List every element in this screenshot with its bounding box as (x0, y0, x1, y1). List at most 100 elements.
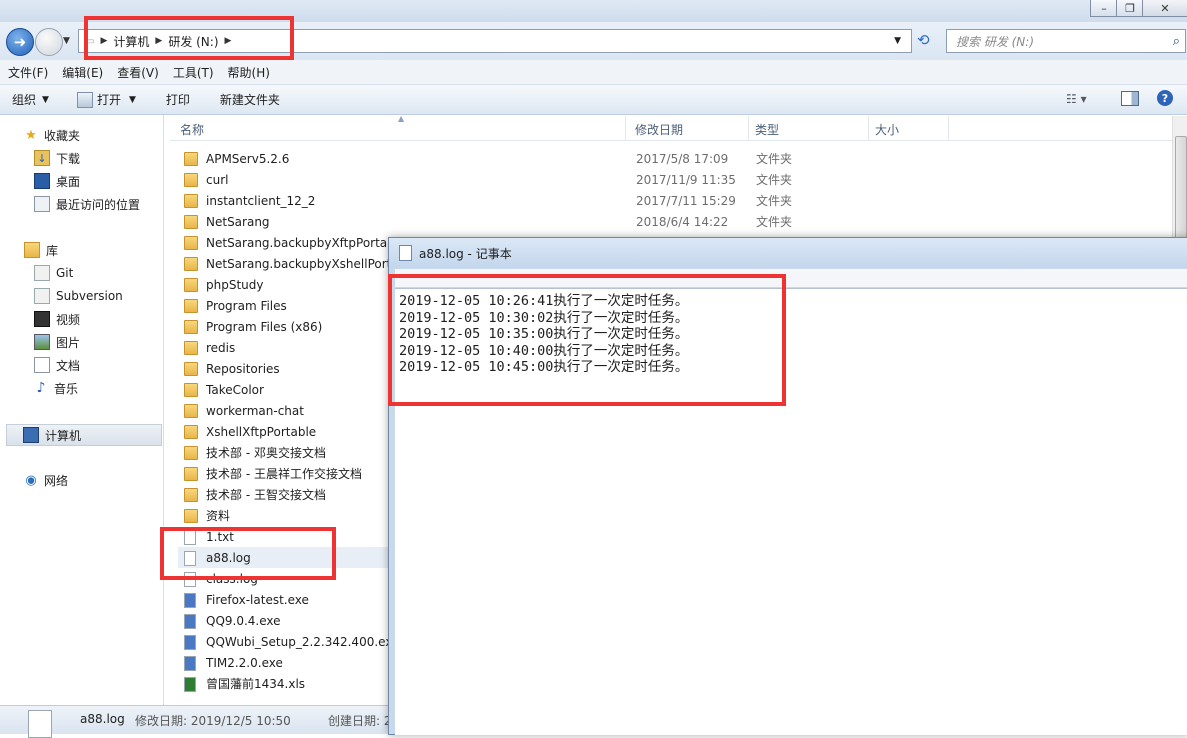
menu-file[interactable]: 文件(F) (0, 64, 54, 81)
folder-icon (184, 424, 198, 439)
preview-pane-icon[interactable] (1121, 91, 1139, 106)
address-dropdown-icon[interactable]: ▼ (894, 36, 901, 46)
maximize-button[interactable]: ❐ (1116, 0, 1144, 17)
nav-favorites[interactable]: ★ 收藏夹 (24, 125, 80, 145)
nav-git[interactable]: Git (34, 263, 73, 283)
folder-icon (184, 445, 198, 460)
new-folder-button[interactable]: 新建文件夹 (200, 91, 290, 108)
open-icon (76, 91, 93, 108)
print-button[interactable]: 打印 (146, 91, 200, 108)
annotation-box-file (160, 527, 336, 580)
folder-icon (184, 235, 198, 250)
status-modified: 修改日期: 2019/12/5 10:50 (135, 714, 291, 728)
file-name: APMServ5.2.6 (206, 151, 290, 166)
back-button[interactable]: ➜ (6, 28, 34, 56)
exe-file-icon (184, 634, 198, 650)
nav-network[interactable]: ◉ 网络 (24, 470, 68, 490)
nav-videos[interactable]: 视频 (34, 309, 80, 329)
file-type: 文件夹 (756, 215, 793, 229)
nav-label: 收藏夹 (44, 128, 81, 143)
file-date: 2018/6/4 14:22 (636, 214, 729, 229)
nav-libraries[interactable]: 库 (24, 240, 58, 260)
column-type[interactable]: 类型 (755, 121, 779, 138)
organize-button[interactable]: 组织 ▼ (0, 91, 59, 108)
scrollbar-thumb[interactable] (1175, 136, 1187, 248)
recent-places-icon (34, 196, 50, 212)
menu-edit[interactable]: 编辑(E) (54, 64, 109, 81)
nav-label: 图片 (56, 335, 81, 350)
file-row[interactable]: curl 2017/11/9 11:35 文件夹 (178, 169, 1173, 190)
organize-label: 组织 (12, 93, 37, 107)
dropdown-icon: ▼ (42, 94, 49, 105)
recent-pages-dropdown[interactable]: ▼ (63, 36, 70, 46)
folder-icon (184, 361, 198, 376)
nav-label: Subversion (56, 289, 123, 303)
folder-icon (184, 508, 198, 523)
forward-button[interactable] (35, 28, 63, 56)
nav-recent[interactable]: 最近访问的位置 (34, 194, 140, 214)
navigation-pane: ★ 收藏夹 ↓ 下载 桌面 最近访问的位置 库 Git Subversion 视频 … (0, 115, 164, 705)
nav-computer[interactable]: 计算机 (6, 424, 162, 446)
restore-icon: ❐ (1125, 1, 1135, 15)
nav-downloads[interactable]: ↓ 下载 (34, 148, 80, 168)
folder-icon (184, 277, 198, 292)
nav-label: 库 (46, 243, 59, 258)
search-input[interactable]: 搜索 研发 (N:) ⌕ (946, 29, 1186, 53)
notepad-titlebar: a88.log - 记事本 (389, 238, 1187, 268)
folder-icon (184, 214, 198, 229)
status-created: 创建日期: 2 (328, 714, 392, 728)
command-bar: 组织 ▼ 打开 ▼ 打印 新建文件夹 ☷ ▾ ? (0, 85, 1187, 115)
nav-documents[interactable]: 文档 (34, 355, 80, 375)
menu-tools[interactable]: 工具(T) (165, 64, 220, 81)
close-button[interactable]: ✕ (1142, 0, 1187, 17)
nav-pictures[interactable]: 图片 (34, 332, 80, 352)
nav-label: 计算机 (45, 428, 82, 443)
menu-view[interactable]: 查看(V) (109, 64, 165, 81)
sort-arrow-icon: ▲ (398, 114, 405, 123)
nav-music[interactable]: ♪ 音乐 (34, 378, 78, 398)
notepad-icon (399, 245, 412, 261)
network-icon: ◉ (25, 472, 37, 488)
star-icon: ★ (25, 127, 37, 143)
folder-icon (184, 487, 198, 502)
music-icon: ♪ (36, 380, 46, 396)
library-icon (24, 242, 40, 258)
menu-help[interactable]: 帮助(H) (220, 64, 276, 81)
exe-file-icon (184, 592, 198, 608)
folder-icon (184, 298, 198, 313)
annotation-box-address (84, 16, 294, 60)
column-date[interactable]: 修改日期 (635, 121, 683, 138)
file-row[interactable]: APMServ5.2.6 2017/5/8 17:09 文件夹 (178, 148, 1173, 169)
desktop-icon (34, 173, 50, 189)
open-button[interactable]: 打开 ▼ (59, 91, 146, 108)
nav-label: 桌面 (56, 174, 81, 189)
refresh-icon[interactable]: ⟲ (917, 31, 930, 49)
minimize-icon: – (1101, 1, 1107, 15)
file-type: 文件夹 (756, 173, 793, 187)
help-icon[interactable]: ? (1157, 90, 1173, 106)
search-icon[interactable]: ⌕ (1173, 34, 1180, 49)
folder-icon (184, 256, 198, 271)
column-divider (868, 116, 869, 140)
column-divider (948, 116, 949, 140)
download-icon: ↓ (34, 150, 50, 166)
excel-file-icon (184, 676, 198, 692)
dropdown-icon: ▼ (128, 94, 136, 105)
search-placeholder: 搜索 研发 (N:) (956, 34, 1035, 49)
file-type: 文件夹 (756, 152, 793, 166)
computer-icon (23, 427, 39, 443)
folder-icon (184, 172, 198, 187)
close-icon: ✕ (1160, 1, 1170, 15)
column-size[interactable]: 大小 (875, 121, 899, 138)
file-type: 文件夹 (756, 194, 793, 208)
view-options-icon[interactable]: ☷ ▾ (1066, 92, 1087, 106)
file-row[interactable]: NetSarang 2018/6/4 14:22 文件夹 (178, 211, 1173, 232)
minimize-button[interactable]: – (1090, 0, 1118, 17)
status-filename: a88.log (80, 712, 125, 726)
back-arrow-icon: ➜ (13, 33, 27, 51)
column-name[interactable]: 名称 (180, 121, 204, 138)
file-row[interactable]: instantclient_12_2 2017/7/11 15:29 文件夹 (178, 190, 1173, 211)
nav-desktop[interactable]: 桌面 (34, 171, 80, 191)
nav-subversion[interactable]: Subversion (34, 286, 123, 306)
video-icon (34, 311, 50, 327)
